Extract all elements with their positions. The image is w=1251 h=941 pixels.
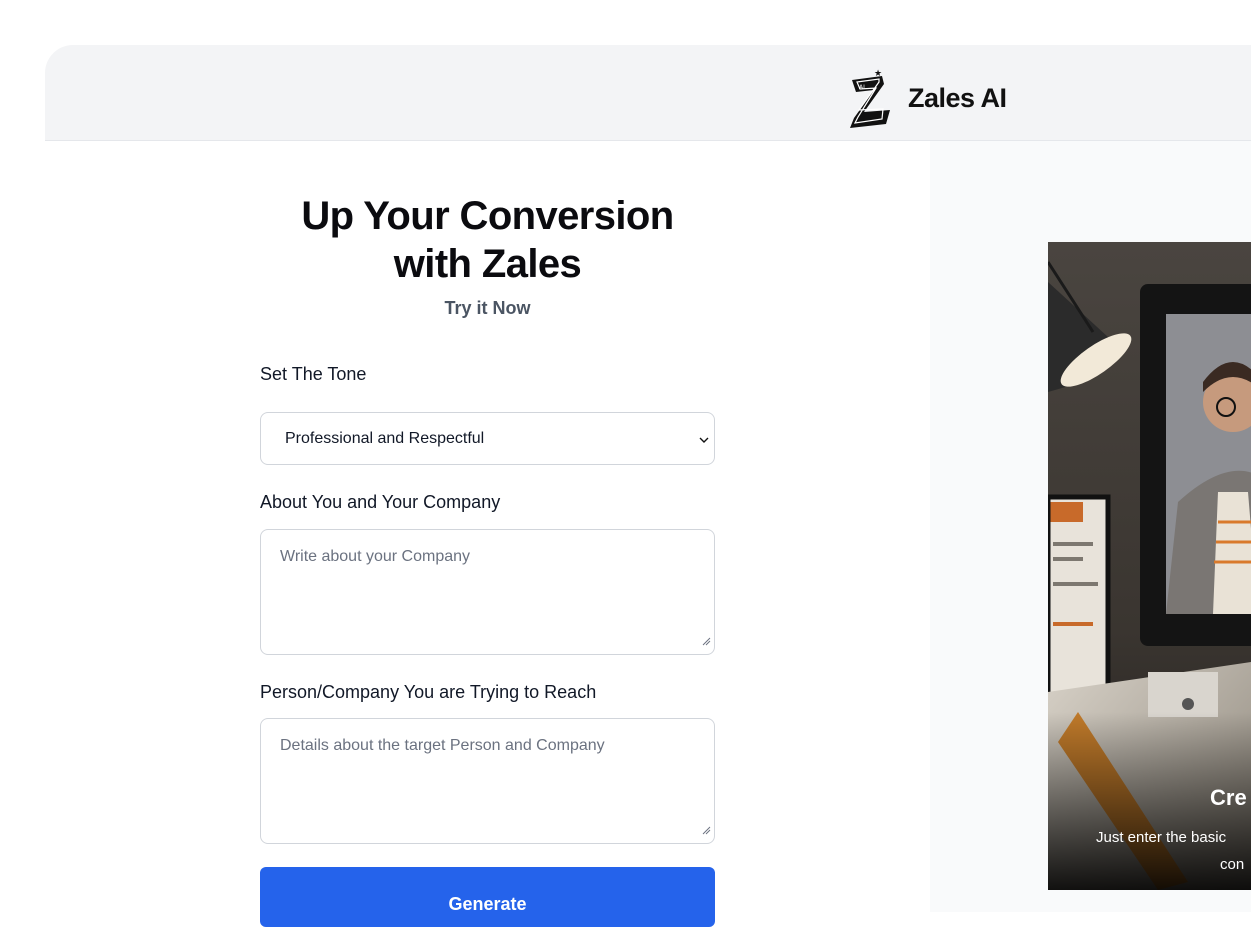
target-placeholder: Details about the target Person and Comp… bbox=[280, 737, 605, 754]
about-textarea[interactable]: Write about your Company bbox=[260, 529, 715, 655]
hero-title: Up Your Conversion with Zales bbox=[260, 192, 715, 288]
brand-name: Zales AI bbox=[908, 82, 1007, 113]
target-textarea[interactable]: Details about the target Person and Comp… bbox=[260, 718, 715, 844]
about-placeholder: Write about your Company bbox=[280, 548, 471, 565]
zales-logo-icon: ★ AI bbox=[846, 68, 898, 128]
svg-text:★: ★ bbox=[874, 69, 882, 79]
card-title: Cre bbox=[1210, 785, 1247, 810]
tone-label: Set The Tone bbox=[260, 364, 367, 384]
resize-handle-icon[interactable] bbox=[701, 633, 711, 651]
brand[interactable]: ★ AI Zales AI bbox=[846, 68, 1007, 128]
tone-select-value: Professional and Respectful bbox=[285, 430, 485, 447]
target-label: Person/Company You are Trying to Reach bbox=[260, 682, 597, 702]
about-label: About You and Your Company bbox=[260, 492, 501, 512]
card-text-line2: con bbox=[1220, 856, 1245, 873]
hero-subtitle: Try it Now bbox=[444, 298, 531, 318]
card-text-line1: Just enter the basic bbox=[1096, 829, 1227, 846]
svg-text:AI: AI bbox=[859, 84, 865, 91]
resize-handle-icon[interactable] bbox=[701, 822, 711, 840]
chevron-down-icon bbox=[698, 432, 710, 450]
generate-button[interactable]: Generate bbox=[260, 867, 715, 927]
hero-title-line2: with Zales bbox=[393, 242, 582, 286]
tone-select[interactable]: Professional and Respectful bbox=[260, 412, 715, 465]
feature-card: Cre Just enter the basic con bbox=[1048, 242, 1251, 890]
top-header bbox=[45, 45, 1251, 141]
hero-title-line1: Up Your Conversion bbox=[301, 194, 674, 238]
